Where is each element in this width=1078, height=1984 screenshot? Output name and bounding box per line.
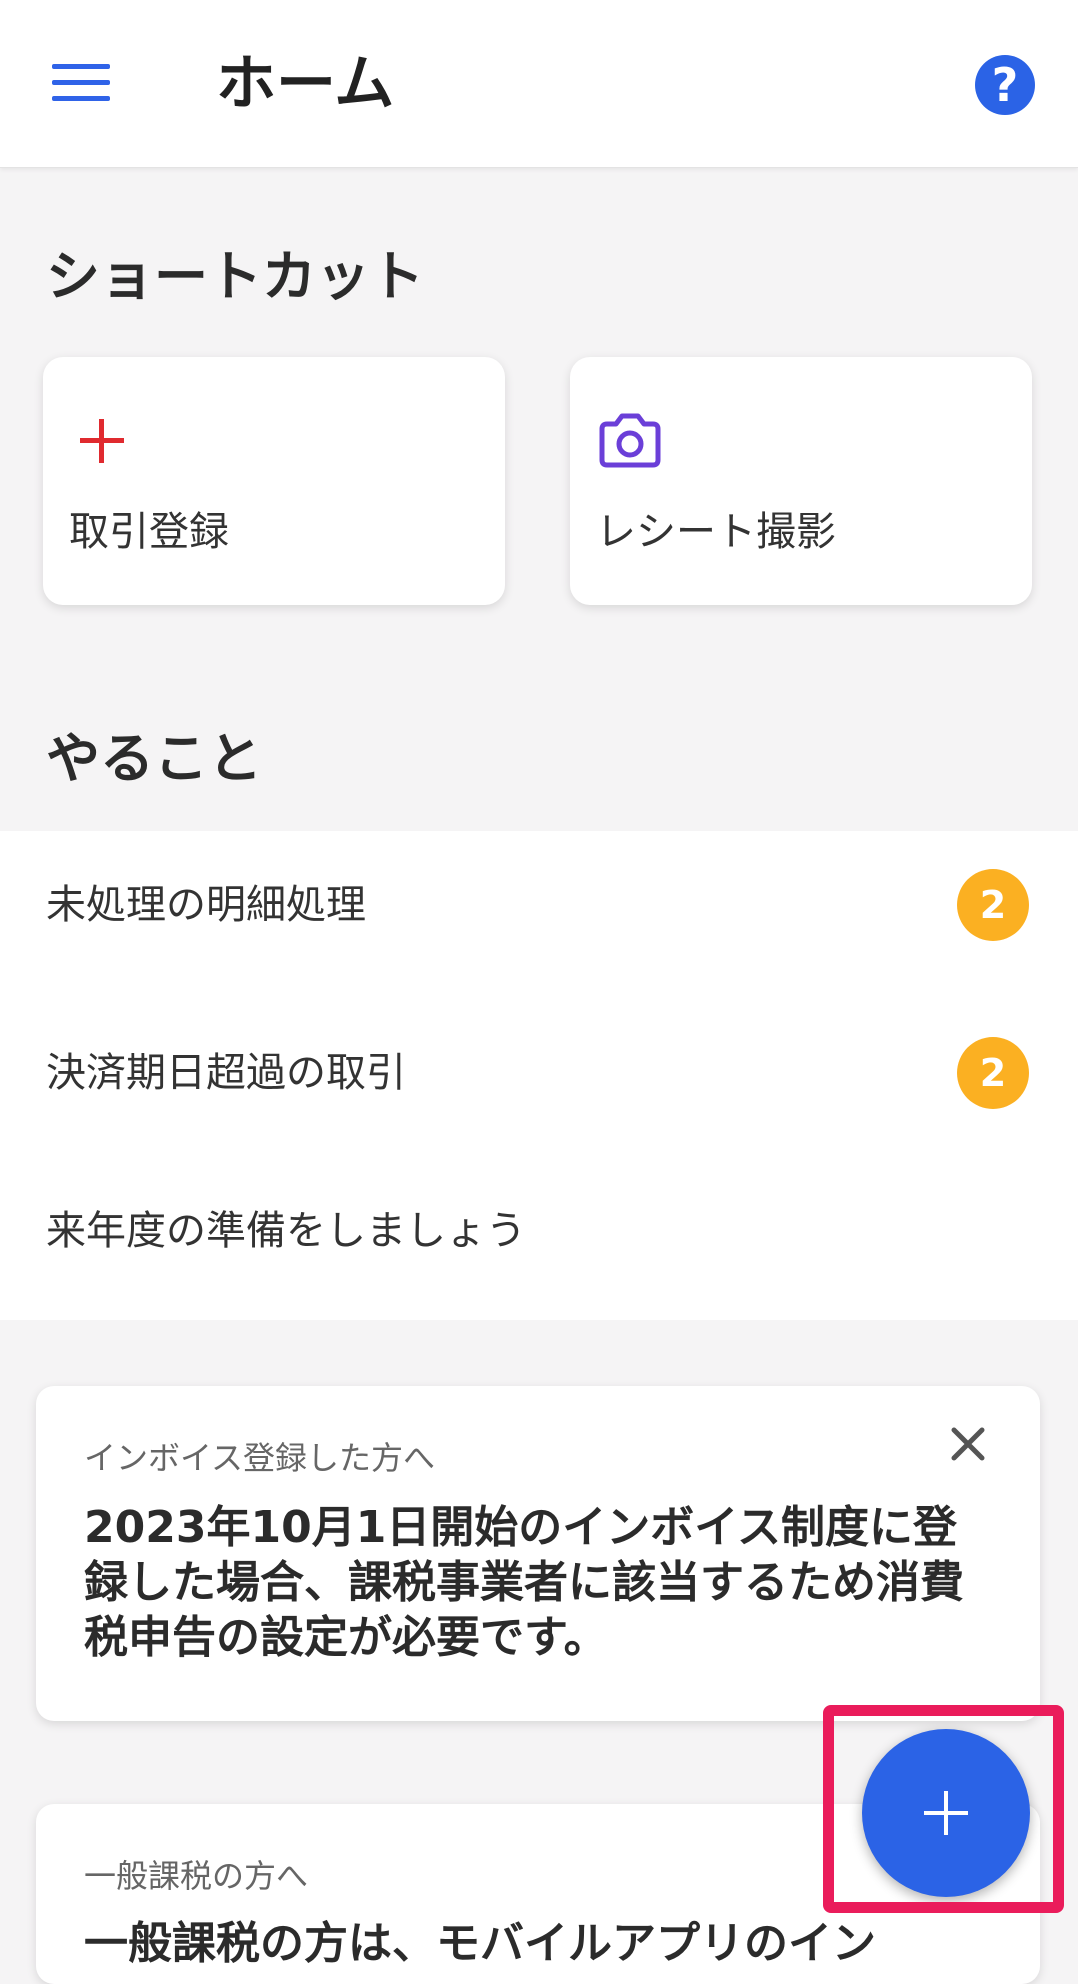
- close-icon[interactable]: [944, 1420, 992, 1468]
- invoice-notice-card[interactable]: インボイス登録した方へ 2023年10月1日開始のインボイス制度に登録した場合、…: [36, 1386, 1040, 1721]
- camera-icon: [599, 413, 661, 468]
- count-badge: 2: [957, 869, 1029, 941]
- add-fab-button[interactable]: [862, 1729, 1030, 1897]
- notice-subtitle: 一般課税の方へ: [84, 1857, 309, 1895]
- app-header: ホーム ?: [0, 0, 1078, 168]
- todo-title: やること: [46, 727, 262, 790]
- todo-item-label: 来年度の準備をしましょう: [46, 1208, 526, 1254]
- shortcut-label: レシート撮影: [596, 509, 836, 555]
- shortcut-receipt-photo-button[interactable]: レシート撮影: [570, 357, 1032, 605]
- todo-item-next-year[interactable]: 来年度の準備をしましょう: [0, 1158, 1078, 1298]
- notice-body: 2023年10月1日開始のインボイス制度に登録した場合、課税事業者に該当するため…: [84, 1502, 964, 1663]
- plus-icon: [80, 419, 124, 463]
- hamburger-menu-icon[interactable]: [52, 62, 110, 104]
- notice-subtitle: インボイス登録した方へ: [84, 1439, 436, 1477]
- todo-list: 未処理の明細処理 2 決済期日超過の取引 2 来年度の準備をしましょう: [0, 831, 1078, 1320]
- count-badge: 2: [957, 1037, 1029, 1109]
- shortcut-label: 取引登録: [69, 509, 229, 555]
- page-title: ホーム: [216, 49, 395, 119]
- todo-item-unprocessed[interactable]: 未処理の明細処理 2: [0, 836, 1078, 976]
- todo-item-overdue[interactable]: 決済期日超過の取引 2: [0, 1004, 1078, 1144]
- help-icon[interactable]: ?: [975, 55, 1035, 115]
- notice-body: 一般課税の方は、モバイルアプリのイン: [84, 1918, 876, 1969]
- shortcut-add-transaction-button[interactable]: 取引登録: [43, 357, 505, 605]
- todo-item-label: 未処理の明細処理: [46, 882, 366, 928]
- todo-item-label: 決済期日超過の取引: [46, 1050, 406, 1096]
- shortcuts-title: ショートカット: [46, 245, 424, 308]
- plus-icon: [924, 1791, 968, 1835]
